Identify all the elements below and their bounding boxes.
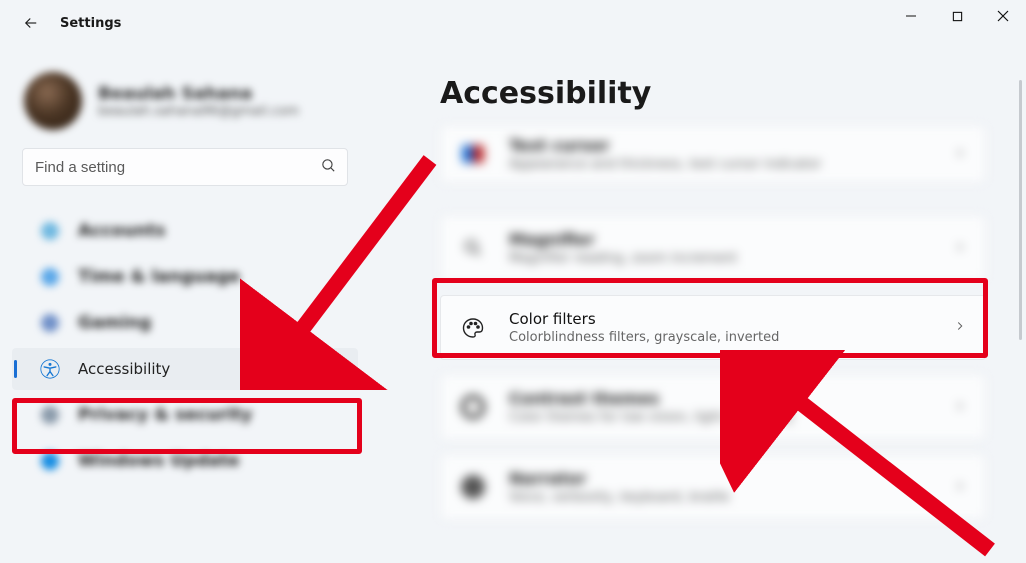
card-title: Color filters xyxy=(509,310,953,328)
privacy-icon xyxy=(40,405,60,425)
chevron-right-icon xyxy=(953,239,967,258)
sidebar-item-windows-update[interactable]: Windows Update xyxy=(12,440,358,482)
card-narrator[interactable]: Narrator Voice, verbosity, keyboard, bra… xyxy=(440,454,986,520)
sidebar-item-label: Accessibility xyxy=(78,360,170,378)
sidebar-item-label: Privacy & security xyxy=(78,405,252,425)
maximize-button[interactable] xyxy=(934,0,980,32)
sidebar-item-gaming[interactable]: Gaming xyxy=(12,302,358,344)
card-contrast-themes[interactable]: Contrast themes Color themes for low vis… xyxy=(440,374,986,440)
close-button[interactable] xyxy=(980,0,1026,32)
back-button[interactable] xyxy=(20,12,42,34)
profile-block[interactable]: Beaulah Sahana beaulah.sahana96@gmail.co… xyxy=(0,64,370,148)
sidebar-item-label: Time & language xyxy=(78,267,240,287)
chevron-right-icon xyxy=(953,145,967,164)
card-subtitle: Magnifier reading, zoom increment xyxy=(509,251,953,266)
search-box[interactable] xyxy=(22,148,348,186)
sidebar-item-privacy[interactable]: Privacy & security xyxy=(12,394,358,436)
sidebar-item-accessibility[interactable]: Accessibility xyxy=(12,348,358,390)
search-icon xyxy=(320,157,337,178)
window-controls xyxy=(888,0,1026,32)
scrollbar[interactable] xyxy=(1019,80,1022,340)
card-title: Magnifier xyxy=(509,230,953,249)
titlebar: Settings xyxy=(0,0,1026,46)
sidebar-item-label: Gaming xyxy=(78,313,151,333)
card-magnifier[interactable]: Magnifier Magnifier reading, zoom increm… xyxy=(440,215,986,281)
main-panel: Accessibility Text cursor Appearance and… xyxy=(390,56,1026,563)
card-color-filters[interactable]: Color filters Colorblindness filters, gr… xyxy=(440,295,986,360)
narrator-icon xyxy=(459,473,487,501)
palette-icon xyxy=(459,314,487,342)
card-subtitle: Color themes for low vision, light sensi… xyxy=(509,410,953,425)
chevron-right-icon xyxy=(953,398,967,417)
card-text-cursor[interactable]: Text cursor Appearance and thickness, te… xyxy=(440,125,986,183)
settings-cards: Text cursor Appearance and thickness, te… xyxy=(440,125,1026,520)
profile-text: Beaulah Sahana beaulah.sahana96@gmail.co… xyxy=(98,84,299,119)
nav-list: Accounts Time & language Gaming Accessib… xyxy=(0,200,370,482)
avatar xyxy=(24,72,82,130)
profile-email: beaulah.sahana96@gmail.com xyxy=(98,104,299,119)
search-input[interactable] xyxy=(35,159,320,176)
sidebar-item-label: Accounts xyxy=(78,221,165,241)
card-subtitle: Voice, verbosity, keyboard, braille xyxy=(509,490,953,505)
page-title: Accessibility xyxy=(440,76,1026,111)
time-icon xyxy=(40,267,60,287)
card-subtitle: Colorblindness filters, grayscale, inver… xyxy=(509,330,953,345)
gaming-icon xyxy=(40,313,60,333)
update-icon xyxy=(40,451,60,471)
contrast-icon xyxy=(459,393,487,421)
chevron-right-icon xyxy=(953,478,967,497)
sidebar-item-time-language[interactable]: Time & language xyxy=(12,256,358,298)
accessibility-icon xyxy=(40,359,60,379)
minimize-button[interactable] xyxy=(888,0,934,32)
magnifier-icon xyxy=(459,234,487,262)
accounts-icon xyxy=(40,221,60,241)
app-title: Settings xyxy=(60,16,121,31)
card-title: Contrast themes xyxy=(509,389,953,408)
card-subtitle: Appearance and thickness, text cursor in… xyxy=(509,157,953,172)
sidebar-item-label: Windows Update xyxy=(78,451,240,471)
text-cursor-icon xyxy=(459,140,487,168)
card-title: Narrator xyxy=(509,469,953,488)
card-title: Text cursor xyxy=(509,136,953,155)
sidebar-item-accounts[interactable]: Accounts xyxy=(12,210,358,252)
sidebar: Beaulah Sahana beaulah.sahana96@gmail.co… xyxy=(0,56,370,563)
chevron-right-icon xyxy=(953,318,967,337)
profile-name: Beaulah Sahana xyxy=(98,84,299,104)
